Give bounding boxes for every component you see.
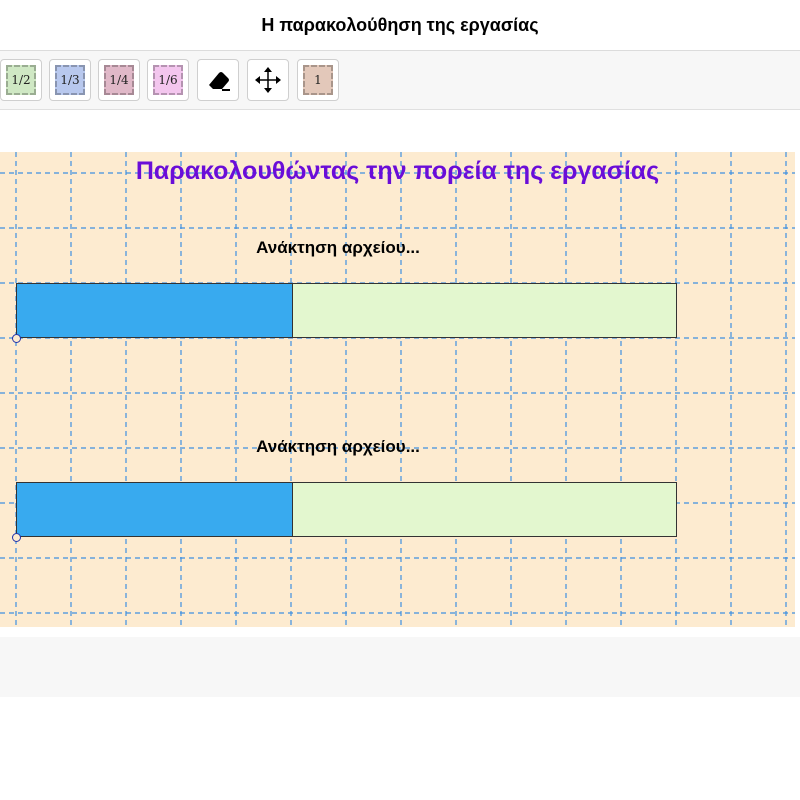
progress-anchor-1[interactable] <box>12 334 21 343</box>
tool-whole-button[interactable]: 1 <box>297 59 339 101</box>
progress-bar-2[interactable] <box>16 482 677 537</box>
progress-anchor-2[interactable] <box>12 533 21 542</box>
title-bar: Η παρακολούθηση της εργασίας <box>0 0 800 50</box>
progress-bar-1[interactable] <box>16 283 677 338</box>
third-fraction-icon: 1/3 <box>55 65 85 95</box>
tool-sixth-label: 1/6 <box>158 73 178 87</box>
progress-fill-1 <box>17 284 293 337</box>
canvas-heading: Παρακολουθώντας την πορεία της εργασίας <box>135 157 660 185</box>
footer-bar <box>0 637 800 697</box>
progress-label-2: Ανάκτηση αρχείου... <box>256 437 420 456</box>
tool-quarter-label: 1/4 <box>109 73 129 87</box>
window-title: Η παρακολούθηση της εργασίας <box>261 14 539 35</box>
eraser-button[interactable] <box>197 59 239 101</box>
sixth-fraction-icon: 1/6 <box>153 65 183 95</box>
whole-fraction-icon: 1 <box>303 65 333 95</box>
background-grid <box>0 152 795 627</box>
tool-sixth-button[interactable]: 1/6 <box>147 59 189 101</box>
move-icon <box>255 67 281 93</box>
toolbar: 1/2 1/3 1/4 1/6 1 <box>0 50 800 110</box>
progress-label-1: Ανάκτηση αρχείου... <box>256 238 420 257</box>
tool-whole-label: 1 <box>314 73 322 87</box>
tool-quarter-button[interactable]: 1/4 <box>98 59 140 101</box>
drawing-canvas[interactable]: Παρακολουθώντας την πορεία της εργασίας … <box>0 152 795 627</box>
tool-half-label: 1/2 <box>11 73 31 87</box>
quarter-fraction-icon: 1/4 <box>104 65 134 95</box>
tool-third-label: 1/3 <box>60 73 80 87</box>
eraser-icon <box>209 72 230 91</box>
progress-fill-2 <box>17 483 293 536</box>
tool-half-button[interactable]: 1/2 <box>0 59 42 101</box>
half-fraction-icon: 1/2 <box>6 65 36 95</box>
move-button[interactable] <box>247 59 289 101</box>
tool-third-button[interactable]: 1/3 <box>49 59 91 101</box>
